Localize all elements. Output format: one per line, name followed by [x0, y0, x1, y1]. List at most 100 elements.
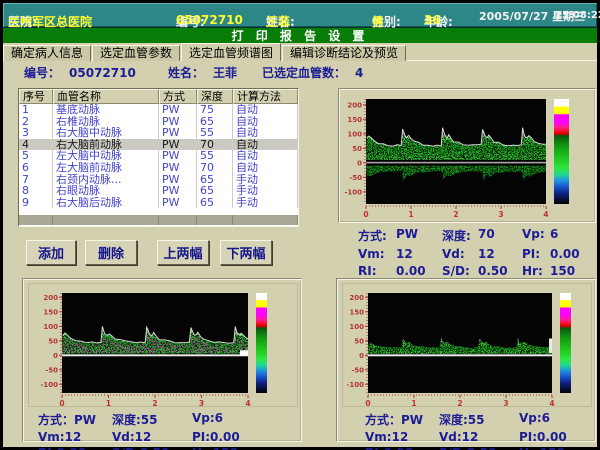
measurement-item: Vd:12 — [112, 430, 192, 444]
table-cell: 65 — [197, 174, 233, 186]
measurement-value: 70 — [478, 227, 522, 244]
table-row[interactable]: 5左大脑中动脉PW55自动 — [19, 150, 298, 162]
table-cell: 右椎动脉 — [53, 116, 159, 128]
svg-text:0: 0 — [53, 352, 58, 360]
svg-text:2: 2 — [453, 210, 458, 219]
prev-two-button[interactable]: 上两幅 — [157, 240, 209, 265]
table-cell: 1 — [19, 104, 53, 116]
add-button[interactable]: 添加 — [26, 240, 76, 265]
svg-text:150: 150 — [349, 308, 364, 316]
tab-strip: 确定病人信息 选定血管参数 选定血管频谱图 编辑诊断结论及预览 — [3, 43, 597, 61]
spectrum-panel-top-right: 200150100500-50-10001234 — [338, 88, 596, 223]
table-row[interactable]: 1基底动脉PW75自动 — [19, 104, 298, 116]
svg-text:50: 50 — [354, 337, 364, 345]
column-header[interactable]: 计算方法 — [233, 89, 298, 104]
table-cell: 右大脑中动脉 — [53, 127, 159, 139]
measurement-item: 深度:55 — [112, 411, 192, 428]
measurement-item: 方式：PW — [38, 411, 112, 428]
menu-print-report-settings[interactable]: 打 印 报 告 设 置 — [232, 27, 369, 44]
table-row[interactable]: 6左大脑前动脉PW70自动 — [19, 162, 298, 174]
table-cell: PW — [159, 162, 197, 174]
table-cell: 5 — [19, 150, 53, 162]
table-cell: 自动 — [233, 150, 298, 162]
svg-text:50: 50 — [352, 145, 362, 153]
horizontal-scrollbar[interactable] — [19, 215, 298, 225]
table-cell: 6 — [19, 162, 53, 174]
table-cell: PW — [159, 185, 197, 197]
table-cell: 2 — [19, 116, 53, 128]
svg-text:200: 200 — [347, 101, 362, 109]
table-cell: 70 — [197, 162, 233, 174]
column-header[interactable]: 方式 — [159, 89, 197, 104]
doppler-spectrum-display[interactable]: 200150100500-50-10001234 — [341, 91, 595, 222]
table-cell: 55 — [197, 127, 233, 139]
svg-text:3: 3 — [498, 210, 503, 219]
tab-vessel-spectrum[interactable]: 选定血管频谱图 — [181, 43, 281, 61]
table-cell: PW — [159, 104, 197, 116]
svg-text:150: 150 — [43, 308, 58, 316]
svg-text:0: 0 — [363, 210, 368, 219]
measurement-item: RI:0.00 — [38, 446, 112, 450]
column-header[interactable]: 深度 — [197, 89, 233, 104]
table-cell: 右大脑前动脉 — [53, 139, 159, 151]
delete-button[interactable]: 删除 — [85, 240, 137, 265]
table-cell: 8 — [19, 185, 53, 197]
table-row[interactable]: 3右大脑中动脉PW55自动 — [19, 127, 298, 139]
svg-text:2: 2 — [152, 399, 157, 406]
table-cell: PW — [159, 127, 197, 139]
measurement-item: Vp:6 — [192, 411, 262, 428]
table-row[interactable]: 8右眼动脉PW65手动 — [19, 185, 298, 197]
measurement-readout-top-right: 方式:PW深度:70Vp:6Vm:12Vd:12PI:0.00RI:0.00S/… — [338, 227, 596, 278]
svg-text:4: 4 — [543, 210, 548, 219]
table-row[interactable]: 7右颈内动脉...PW65手动 — [19, 174, 298, 186]
svg-text:0: 0 — [365, 399, 370, 406]
table-cell: PW — [159, 150, 197, 162]
age-value: 36 — [424, 13, 441, 27]
table-cell: 自动 — [233, 162, 298, 174]
measurement-item: PI:0.00 — [192, 430, 262, 444]
svg-text:4: 4 — [549, 399, 554, 406]
measurement-item: 深度:55 — [439, 411, 519, 428]
summary-count-label: 已选定血管数： — [262, 66, 346, 80]
menu-bar: 打 印 报 告 设 置 — [3, 28, 597, 43]
tab-patient-info[interactable]: 确定病人信息 — [3, 45, 91, 61]
column-header[interactable]: 血管名称 — [53, 89, 159, 104]
table-row[interactable]: 4右大脑前动脉PW70自动 — [19, 139, 298, 151]
table-cell: 55 — [197, 150, 233, 162]
svg-text:-50: -50 — [45, 366, 58, 374]
next-two-button[interactable]: 下两幅 — [220, 240, 272, 265]
table-cell: 左大脑中动脉 — [53, 150, 159, 162]
tab-diagnosis-preview[interactable]: 编辑诊断结论及预览 — [282, 45, 406, 61]
table-cell: 7 — [19, 174, 53, 186]
measurement-item: Vd:12 — [439, 430, 519, 444]
tab-vessel-params[interactable]: 选定血管参数 — [92, 45, 180, 61]
measurement-label: S/D: — [442, 264, 478, 278]
app-window: 医院:兰州军区总医院 编号: 05072710 姓名:王菲 性别: 男 年龄: … — [0, 0, 600, 450]
measurement-item: S/D:0.50 — [439, 446, 519, 450]
summary-name-label: 姓名： — [168, 66, 204, 80]
table-row[interactable]: 9右大脑后动脉PW65手动 — [19, 197, 298, 209]
svg-text:-50: -50 — [349, 174, 362, 182]
doppler-spectrum-display[interactable]: 200150100500-50-10001234 — [28, 283, 298, 407]
svg-text:200: 200 — [43, 294, 58, 302]
svg-text:4: 4 — [245, 399, 250, 406]
svg-text:-100: -100 — [346, 381, 364, 389]
svg-text:100: 100 — [347, 130, 362, 138]
table-cell: 65 — [197, 197, 233, 209]
table-cell: PW — [159, 197, 197, 209]
measurement-value: 12 — [396, 247, 442, 261]
table-cell: 右大脑后动脉 — [53, 197, 159, 209]
table-row[interactable]: 2右椎动脉PW65自动 — [19, 116, 298, 128]
svg-text:100: 100 — [43, 323, 58, 331]
summary-count-value: 4 — [355, 66, 363, 80]
column-header[interactable]: 序号 — [19, 89, 53, 104]
svg-text:150: 150 — [347, 116, 362, 124]
time-display: 15:08:22 — [555, 10, 600, 21]
measurement-item: Hr:150 — [192, 446, 262, 450]
doppler-spectrum-display[interactable]: 200150100500-50-10001234 — [342, 283, 592, 407]
measurement-value: 0.00 — [550, 247, 600, 261]
patient-summary-row: 编号：05072710 姓名：王菲 已选定血管数：4 — [3, 64, 597, 80]
title-bar: 医院:兰州军区总医院 编号: 05072710 姓名:王菲 性别: 男 年龄: … — [3, 3, 597, 28]
patient-id-value: 05072710 — [176, 13, 243, 27]
table-cell: 右颈内动脉... — [53, 174, 159, 186]
